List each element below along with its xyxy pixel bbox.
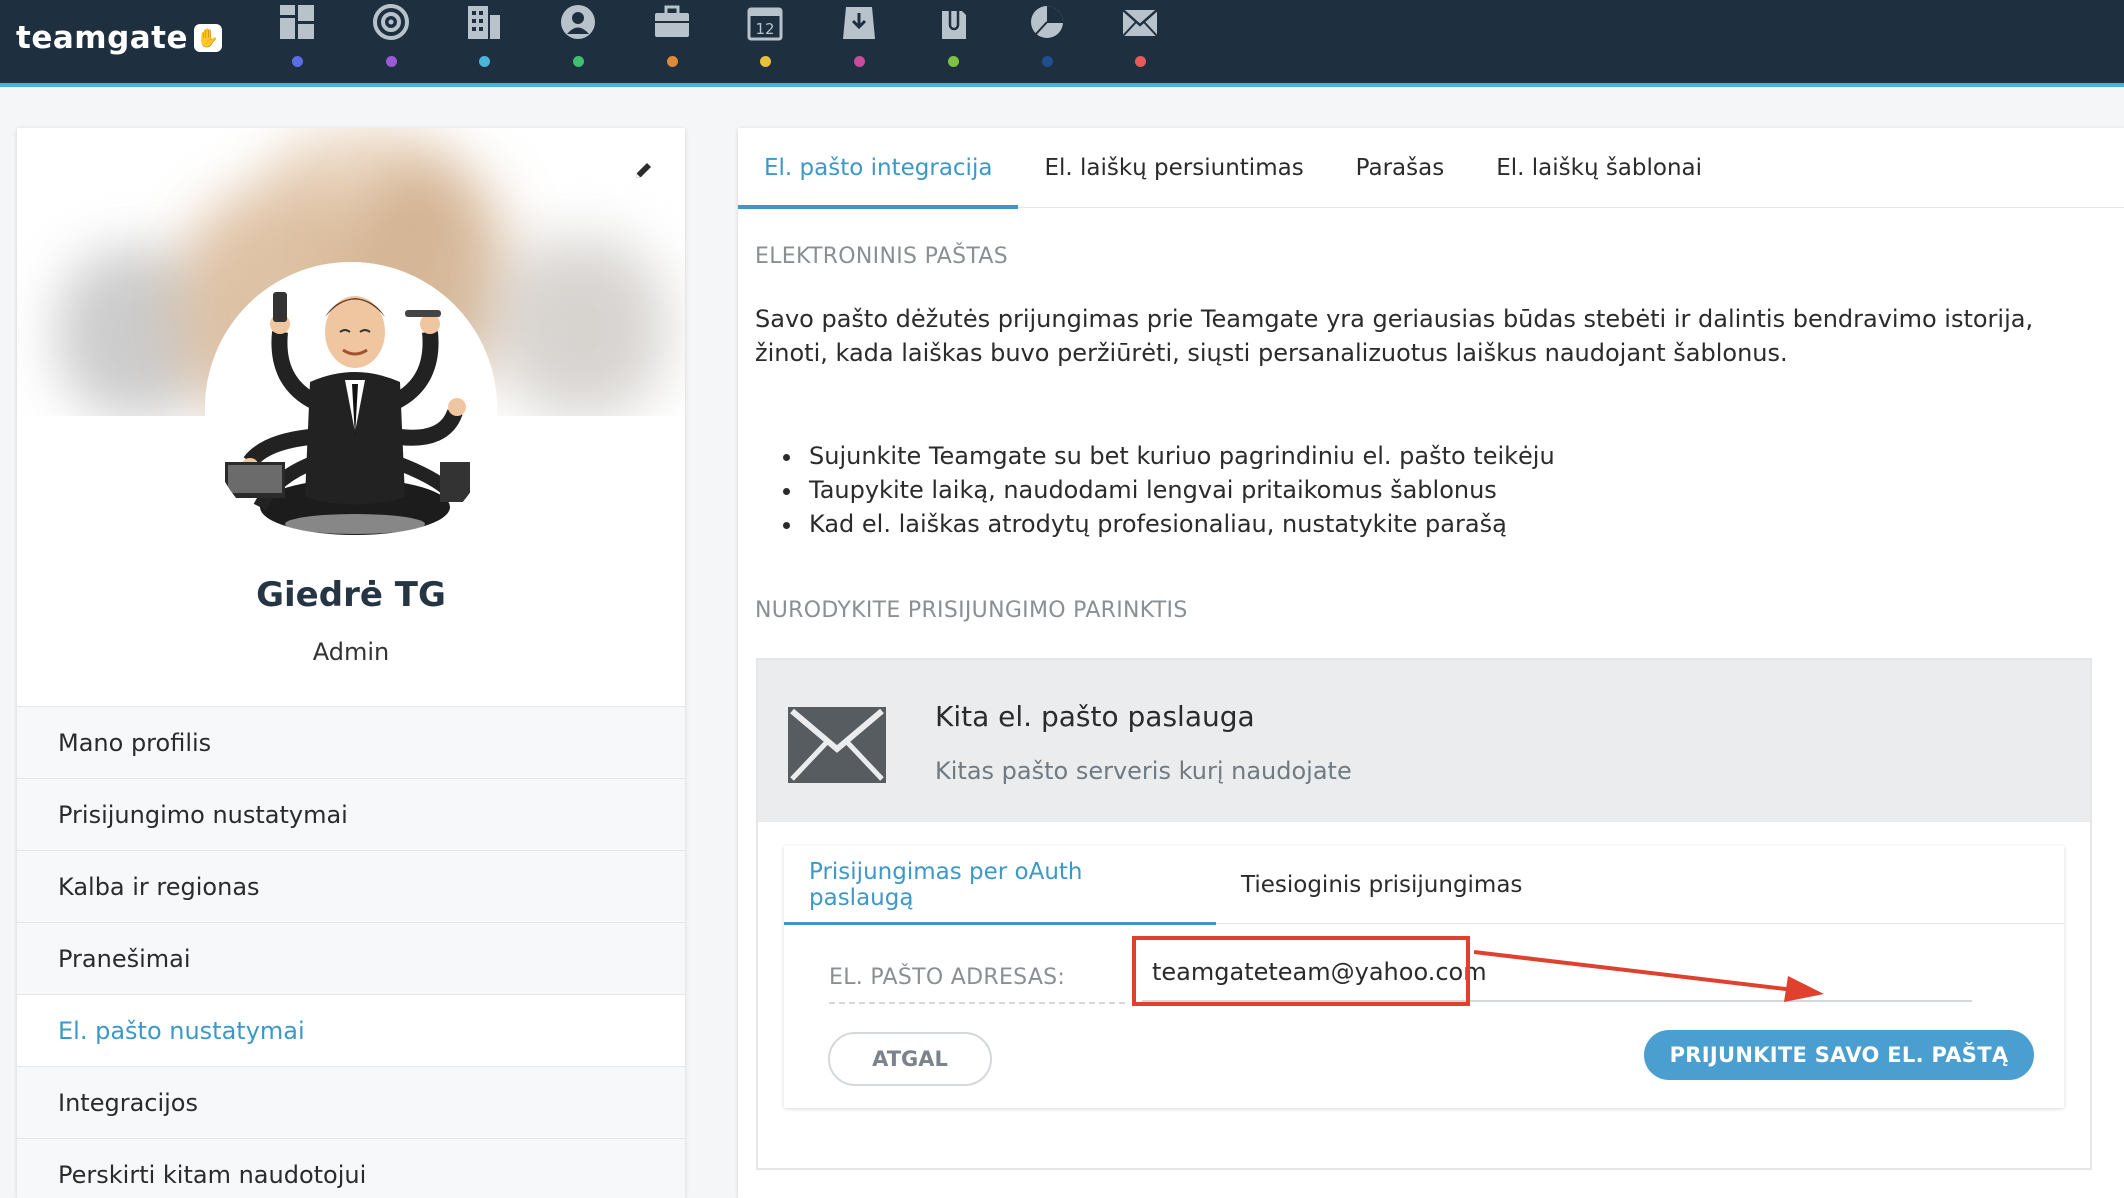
logo-text: teamgate	[16, 20, 189, 56]
menu-item-integrations[interactable]: Integracijos	[17, 1066, 685, 1138]
tab-signature[interactable]: Parašas	[1330, 128, 1471, 208]
list-item: Kad el. laiškas atrodytų profesionaliau,…	[755, 507, 2055, 541]
nav-dot	[666, 56, 678, 67]
menu-item-email-settings[interactable]: El. pašto nustatymai	[17, 994, 685, 1066]
nav-dot	[1041, 56, 1053, 67]
menu-item-label: Pranešimai	[58, 944, 191, 973]
connect-email-button[interactable]: PRIJUNKITE SAVO EL. PAŠTĄ	[1644, 1030, 2034, 1080]
feature-list: Sujunkite Teamgate su bet kuriuo pagrind…	[755, 439, 2055, 541]
section-title-connection-options: NURODYKITE PRISIJUNGIMO PARINKTIS	[755, 598, 1188, 623]
deals-icon	[654, 5, 689, 37]
email-address-label: EL. PAŠTO ADRESAS:	[829, 965, 1125, 1004]
nav-goals[interactable]	[344, 0, 438, 80]
email-settings-panel: El. pašto integracija El. laiškų persiun…	[738, 128, 2124, 1198]
nav-inbox[interactable]	[812, 0, 906, 80]
menu-item-reassign-user[interactable]: Perskirti kitam naudotojui	[17, 1138, 685, 1198]
reports-pie-icon	[1030, 6, 1063, 38]
top-navigation-bar: teamgate ✋ 12	[0, 0, 2124, 87]
companies-icon	[468, 6, 501, 39]
tab-email-templates[interactable]: El. laiškų šablonai	[1470, 128, 1728, 208]
email-service-header[interactable]: Kita el. pašto paslauga Kitas pašto serv…	[758, 660, 2090, 822]
list-item: Taupykite laiką, naudodami lengvai prita…	[755, 473, 2055, 507]
pencil-icon	[636, 163, 651, 178]
main-nav: 12	[250, 0, 1187, 80]
attachment-icon	[941, 7, 966, 39]
contacts-icon	[561, 5, 596, 39]
menu-item-label: Prisijungimo nustatymai	[58, 800, 348, 829]
connection-method-tabs: Prisijungimas per oAuth paslaugą Tiesiog…	[784, 846, 2064, 925]
nav-dot	[479, 56, 491, 67]
menu-item-label: Perskirti kitam naudotojui	[58, 1160, 367, 1189]
menu-item-notifications[interactable]: Pranešimai	[17, 922, 685, 994]
nav-dot	[760, 56, 772, 67]
tab-email-forwarding[interactable]: El. laiškų persiuntimas	[1018, 128, 1329, 208]
calendar-day: 12	[756, 20, 775, 38]
menu-item-label: El. pašto nustatymai	[58, 1016, 305, 1045]
avatar	[205, 262, 497, 554]
nav-deals[interactable]	[625, 0, 719, 80]
tab-oauth-connection[interactable]: Prisijungimas per oAuth paslaugą	[784, 846, 1216, 925]
email-address-input[interactable]	[1142, 944, 1972, 1002]
user-name: Giedrė TG	[256, 575, 446, 615]
profile-card: Giedrė TG Admin Mano profilis Prisijungi…	[17, 128, 685, 1198]
menu-item-label: Integracijos	[58, 1088, 198, 1117]
back-button[interactable]: ATGAL	[828, 1032, 992, 1086]
tab-direct-connection[interactable]: Tiesioginis prisijungimas	[1216, 846, 1547, 924]
target-icon	[372, 4, 409, 40]
nav-dot	[573, 56, 585, 67]
nav-dot	[385, 56, 397, 67]
nav-mail[interactable]	[1093, 0, 1187, 80]
service-name: Kita el. pašto paslauga	[935, 700, 1255, 733]
connection-card: Prisijungimas per oAuth paslaugą Tiesiog…	[784, 846, 2064, 1108]
nav-companies[interactable]	[437, 0, 531, 80]
nav-reports[interactable]	[1000, 0, 1094, 80]
menu-item-login-settings[interactable]: Prisijungimo nustatymai	[17, 778, 685, 850]
nav-files[interactable]	[906, 0, 1000, 80]
intro-text: Savo pašto dėžutės prijungimas prie Team…	[755, 305, 2034, 367]
nav-dot	[854, 56, 866, 67]
nav-calendar[interactable]: 12	[718, 0, 812, 80]
list-item: Sujunkite Teamgate su bet kuriuo pagrind…	[755, 439, 2055, 473]
nav-dashboard[interactable]	[250, 0, 344, 80]
nav-contacts[interactable]	[531, 0, 625, 80]
calendar-icon: 12	[747, 7, 783, 41]
envelope-icon	[788, 707, 886, 783]
settings-menu: Mano profilis Prisijungimo nustatymai Ka…	[17, 706, 685, 1198]
menu-item-language-region[interactable]: Kalba ir regionas	[17, 850, 685, 922]
tab-email-integration[interactable]: El. pašto integracija	[738, 128, 1019, 209]
avatar-businessman-illustration	[205, 262, 497, 554]
nav-dot	[1135, 56, 1147, 67]
nav-dot	[947, 56, 959, 67]
edit-profile-button[interactable]	[628, 156, 658, 186]
user-role: Admin	[312, 638, 390, 666]
menu-item-label: Mano profilis	[58, 728, 212, 757]
service-description: Kitas pašto serveris kurį naudojate	[935, 757, 1352, 785]
dashboard-icon	[280, 5, 314, 39]
teamgate-logo[interactable]: teamgate ✋	[16, 16, 223, 60]
logo-hand-icon: ✋	[194, 24, 223, 52]
menu-item-label: Kalba ir regionas	[58, 872, 260, 901]
nav-dot	[292, 56, 303, 67]
menu-item-my-profile[interactable]: Mano profilis	[17, 706, 685, 778]
section-title-email: ELEKTRONINIS PAŠTAS	[755, 244, 1008, 269]
inbox-download-icon	[843, 7, 876, 39]
email-service-box: Kita el. pašto paslauga Kitas pašto serv…	[756, 658, 2092, 1170]
email-settings-tabs: El. pašto integracija El. laiškų persiun…	[738, 128, 2124, 209]
mail-icon	[1122, 9, 1159, 37]
